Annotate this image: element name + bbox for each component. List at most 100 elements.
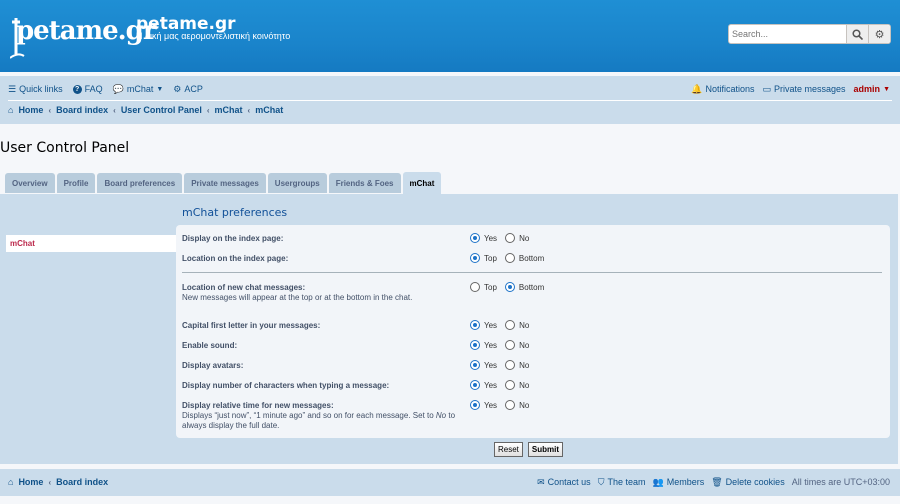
tab-board-preferences[interactable]: Board preferences: [97, 173, 183, 193]
the-team-link[interactable]: ⛉ The team: [598, 477, 646, 487]
radio-button[interactable]: [470, 320, 480, 330]
radio-button[interactable]: [505, 360, 516, 370]
members-link[interactable]: 👥 Members: [652, 477, 704, 487]
breadcrumb-ucp[interactable]: User Control Panel: [121, 105, 202, 115]
question-circle-icon: ?: [72, 84, 82, 94]
desc-emphasis: No: [435, 411, 447, 420]
radio-option-yes[interactable]: Yes: [470, 400, 497, 410]
radio-option-yes[interactable]: Yes: [470, 233, 497, 243]
form-buttons: Reset Submit: [494, 442, 564, 457]
radio-option-no[interactable]: No: [505, 360, 529, 370]
radio-option-no[interactable]: No: [505, 320, 529, 330]
delete-cookies-link[interactable]: 🗑 Delete cookies: [711, 477, 784, 487]
cogs-icon: ⚙: [173, 83, 182, 94]
submit-button[interactable]: Submit: [527, 442, 564, 457]
radio-label: No: [519, 380, 530, 390]
radio-button[interactable]: [470, 282, 480, 292]
radio-option-yes[interactable]: Yes: [470, 340, 497, 350]
quick-nav: ☰ Quick links ? FAQ 💬 mChat ▼ ⚙ ACP: [8, 81, 203, 97]
breadcrumb-board-index[interactable]: Board index: [56, 105, 108, 115]
radio-button[interactable]: [505, 340, 516, 350]
breadcrumb-mchat-prefs[interactable]: mChat: [255, 105, 283, 115]
home-icon: ⌂: [8, 476, 14, 487]
quick-links-menu[interactable]: ☰ Quick links: [8, 84, 63, 94]
radio-label: Yes: [484, 340, 498, 350]
radio-option-no[interactable]: No: [505, 233, 529, 243]
footer-breadcrumb: ⌂ Home ‹ Board index: [8, 477, 108, 487]
radio-option-no[interactable]: No: [505, 380, 529, 390]
radio-button[interactable]: [505, 380, 516, 390]
radio-button[interactable]: [505, 233, 516, 243]
sidebar-item-mchat[interactable]: mChat: [6, 235, 176, 252]
radio-button[interactable]: [470, 400, 480, 410]
envelope-icon: ✉: [537, 476, 545, 487]
faq-link[interactable]: ? FAQ: [72, 84, 103, 94]
breadcrumb-separator: ‹: [113, 105, 116, 115]
radio-option-no[interactable]: No: [505, 340, 529, 350]
pref-label: Enable sound:: [182, 341, 238, 350]
breadcrumb: ⌂ Home ‹ Board index ‹ User Control Pane…: [8, 105, 283, 115]
footer-breadcrumb-home[interactable]: Home: [18, 477, 43, 487]
radio-option-top[interactable]: Top: [470, 282, 497, 292]
pref-label: Location of new chat messages:: [182, 283, 306, 292]
quick-links-label: Quick links: [19, 84, 63, 94]
radio-button[interactable]: [470, 380, 480, 390]
caret-down-icon: ▼: [883, 85, 890, 93]
contact-us-link[interactable]: ✉ Contact us: [537, 477, 591, 487]
user-menu[interactable]: admin ▼: [854, 84, 890, 94]
tab-overview[interactable]: Overview: [5, 173, 55, 193]
radio-button[interactable]: [504, 282, 515, 292]
radio-button[interactable]: [470, 233, 480, 243]
tab-friends-foes[interactable]: Friends & Foes: [328, 173, 401, 193]
search-button[interactable]: [846, 25, 868, 43]
users-icon: 👥: [652, 476, 664, 487]
radio-option-no[interactable]: No: [505, 400, 529, 410]
prefs-form: Display on the index page: Yes No Locati…: [176, 225, 890, 438]
notifications-link[interactable]: 🔔 Notifications: [691, 84, 754, 94]
acp-link[interactable]: ⚙ ACP: [173, 84, 203, 94]
private-messages-label: Private messages: [774, 84, 846, 94]
radio-button[interactable]: [504, 253, 515, 263]
radio-option-yes[interactable]: Yes: [470, 380, 497, 390]
advanced-search-button[interactable]: ⚙: [868, 25, 890, 43]
pref-label: Capital first letter in your messages:: [182, 321, 321, 330]
pref-label: Display relative time for new messages:: [182, 401, 334, 410]
radio-button[interactable]: [505, 400, 516, 410]
reset-button[interactable]: Reset: [494, 442, 523, 457]
footer-breadcrumb-board-index[interactable]: Board index: [56, 477, 108, 487]
site-logo[interactable]: petame.gr: [9, 8, 157, 62]
breadcrumb-mchat[interactable]: mChat: [215, 105, 243, 115]
caret-down-icon: ▼: [156, 85, 164, 93]
search-input[interactable]: [729, 25, 846, 43]
tab-profile[interactable]: Profile: [56, 173, 96, 193]
radio-label: Yes: [484, 233, 498, 243]
radio-label: Yes: [484, 320, 498, 330]
radio-button[interactable]: [470, 360, 480, 370]
notifications-label: Notifications: [705, 84, 755, 94]
breadcrumb-home[interactable]: Home: [18, 105, 43, 115]
radio-option-yes[interactable]: Yes: [470, 360, 497, 370]
tab-usergroups[interactable]: Usergroups: [267, 173, 327, 193]
pref-label: Location on the index page:: [182, 254, 289, 263]
radio-option-top[interactable]: Top: [470, 253, 497, 263]
prefs-heading: mChat preferences: [182, 206, 288, 219]
pref-description: Displays “just now”, “1 minute ago” and …: [182, 411, 455, 430]
footer-links: ✉ Contact us ⛉ The team 👥 Members 🗑 Delete c…: [537, 477, 890, 487]
tab-mchat[interactable]: mChat: [402, 172, 442, 194]
private-messages-link[interactable]: ▭ Private messages: [763, 84, 846, 94]
inbox-icon: ▭: [762, 83, 772, 94]
radio-option-yes[interactable]: Yes: [470, 320, 497, 330]
form-divider: [182, 272, 882, 273]
pref-label: Display avatars:: [182, 361, 244, 370]
radio-button[interactable]: [505, 320, 516, 330]
acp-label: ACP: [184, 84, 203, 94]
radio-option-bottom[interactable]: Bottom: [504, 282, 544, 292]
radio-button[interactable]: [470, 340, 480, 350]
tab-private-messages[interactable]: Private messages: [184, 173, 266, 193]
radio-label: No: [519, 400, 530, 410]
radio-label: Yes: [484, 360, 498, 370]
radio-option-bottom[interactable]: Bottom: [504, 253, 544, 263]
mchat-menu[interactable]: 💬 mChat ▼: [113, 84, 164, 94]
radio-button[interactable]: [470, 253, 480, 263]
gear-icon: ⚙: [874, 28, 885, 41]
